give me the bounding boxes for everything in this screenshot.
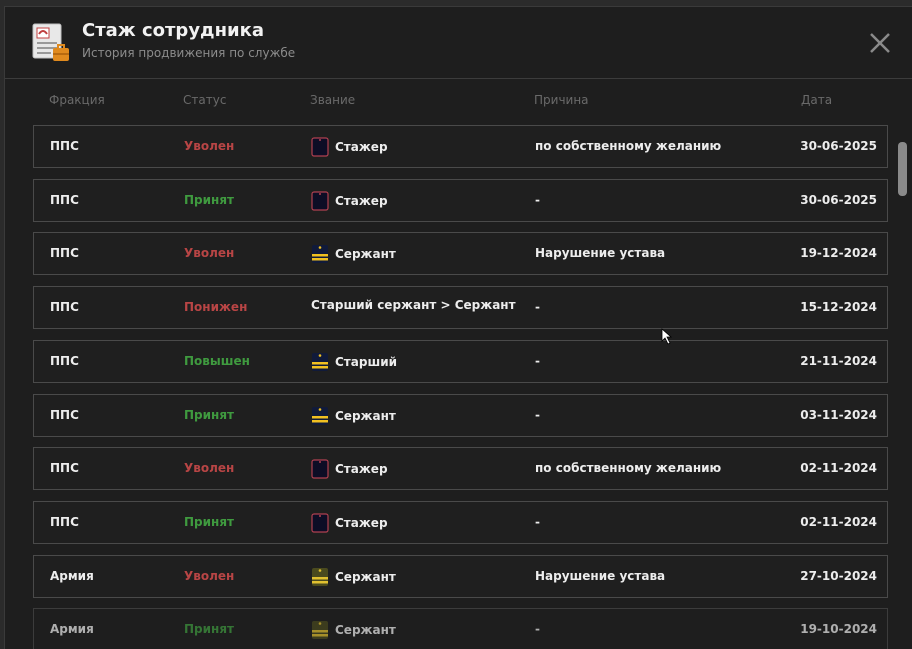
row-rank-label: Сержант — [335, 623, 396, 638]
history-table: ППС Уволен Стажер по собственному желанию 30… — [33, 125, 888, 649]
row-rank-label: Стажер — [335, 193, 388, 208]
close-icon[interactable] — [867, 30, 893, 56]
row-rank-label: Старший — [335, 354, 398, 369]
row-reason: по собственному желанию — [535, 139, 722, 153]
row-reason: - — [535, 407, 540, 422]
row-status: Уволен — [184, 246, 235, 261]
row-reason: - — [535, 300, 540, 315]
row-rank: Сержант — [311, 406, 396, 426]
window-title: Стаж сотрудника — [82, 20, 265, 41]
row-rank: Сержант — [311, 244, 396, 264]
row-rank-label: Стажер — [335, 462, 388, 477]
row-status: Принят — [184, 622, 234, 637]
row-status: Принят — [184, 407, 234, 422]
row-rank-label: Старший сержант > Сержант — [311, 298, 516, 313]
table-row[interactable]: Армия Уволен Сержант Нарушение устава 27-10-… — [33, 554, 888, 598]
row-faction: ППС — [50, 139, 79, 153]
employee-record-icon — [32, 23, 69, 61]
table-row[interactable]: ППС Принят Сержант - 03-11-2024 — [33, 393, 888, 437]
sergeant-army-icon — [311, 567, 329, 587]
row-reason: - — [535, 192, 540, 207]
row-date: 02-11-2024 — [800, 461, 877, 476]
mouse-cursor-icon — [661, 328, 673, 345]
row-rank-label: Сержант — [335, 247, 396, 262]
window-header: Стаж сотрудника История продвижения по с… — [5, 7, 912, 79]
table-row[interactable]: ППС Принят Стажер - 02-11-2024 — [33, 500, 888, 544]
row-status: Принят — [184, 514, 234, 529]
row-rank: Стажер — [311, 191, 388, 211]
row-rank: Стажер — [311, 513, 388, 533]
sergeant-police-icon — [311, 352, 329, 372]
column-header-date: Дата — [801, 93, 833, 107]
row-rank: Сержант — [311, 620, 396, 640]
row-faction: ППС — [50, 246, 79, 261]
row-rank: Старший — [311, 352, 397, 372]
trainee-shoulder-icon — [311, 191, 329, 211]
table-row[interactable]: ППС Уволен Сержант Нарушение устава 19-12-20… — [33, 232, 888, 276]
sergeant-police-icon — [311, 406, 329, 426]
table-header: Фракция Статус Звание Причина Дата — [33, 93, 888, 109]
row-reason: по собственному желанию — [535, 461, 722, 476]
row-status: Уволен — [184, 461, 235, 476]
row-status: Понижен — [184, 300, 248, 315]
row-faction: ППС — [50, 353, 79, 368]
column-header-rank: Звание — [310, 93, 356, 107]
row-reason: - — [535, 514, 540, 529]
row-rank: Старший сержант > Сержант — [311, 298, 516, 312]
row-rank: Стажер — [311, 137, 388, 157]
row-date: 19-10-2024 — [800, 622, 877, 637]
row-rank: Стажер — [311, 459, 388, 479]
row-reason: Нарушение устава — [535, 568, 666, 583]
table-row[interactable]: ППС Уволен Стажер по собственному желанию 30… — [33, 125, 888, 168]
column-header-reason: Причина — [534, 93, 589, 107]
column-header-faction: Фракция — [49, 93, 105, 107]
row-date: 15-12-2024 — [800, 300, 877, 315]
row-status: Принят — [184, 192, 234, 207]
row-date: 19-12-2024 — [800, 246, 877, 261]
row-faction: Армия — [50, 622, 94, 637]
row-date: 21-11-2024 — [800, 353, 877, 368]
table-row[interactable]: ППС Понижен Старший сержант > Сержант - 15-1… — [33, 286, 888, 330]
row-status: Уволен — [184, 568, 235, 583]
row-reason: - — [535, 353, 540, 368]
row-rank: Сержант — [311, 567, 396, 587]
row-rank-label: Сержант — [335, 569, 396, 584]
seniority-window: Стаж сотрудника История продвижения по с… — [4, 6, 912, 649]
row-faction: ППС — [50, 300, 79, 315]
row-faction: ППС — [50, 514, 79, 529]
row-faction: ППС — [50, 407, 79, 422]
sergeant-police-icon — [311, 244, 329, 264]
row-date: 30-06-2025 — [800, 192, 877, 207]
table-row[interactable]: Армия Принят Сержант - 19-10-2024 — [33, 608, 888, 649]
table-row[interactable]: ППС Принят Стажер - 30-06-2025 — [33, 178, 888, 222]
row-reason: Нарушение устава — [535, 246, 666, 261]
row-rank-label: Стажер — [335, 140, 388, 154]
row-date: 30-06-2025 — [800, 139, 877, 153]
trainee-shoulder-icon — [311, 513, 329, 533]
window-subtitle: История продвижения по службе — [82, 46, 296, 60]
scrollbar-thumb[interactable] — [898, 142, 907, 196]
row-faction: ППС — [50, 461, 79, 476]
trainee-shoulder-icon — [311, 459, 329, 479]
row-faction: ППС — [50, 192, 79, 207]
column-header-status: Статус — [183, 93, 227, 107]
row-status: Повышен — [184, 353, 250, 368]
row-date: 27-10-2024 — [800, 568, 877, 583]
row-reason: - — [535, 622, 540, 637]
row-rank-label: Сержант — [335, 408, 396, 423]
row-rank-label: Стажер — [335, 515, 388, 530]
trainee-shoulder-icon — [311, 137, 329, 157]
row-status: Уволен — [184, 139, 235, 153]
row-date: 02-11-2024 — [800, 514, 877, 529]
table-row[interactable]: ППС Повышен Старший - 21-11-2024 — [33, 339, 888, 383]
sergeant-army-icon — [311, 620, 329, 640]
row-date: 03-11-2024 — [800, 407, 877, 422]
table-row[interactable]: ППС Уволен Стажер по собственному желанию 02… — [33, 447, 888, 491]
row-faction: Армия — [50, 568, 94, 583]
